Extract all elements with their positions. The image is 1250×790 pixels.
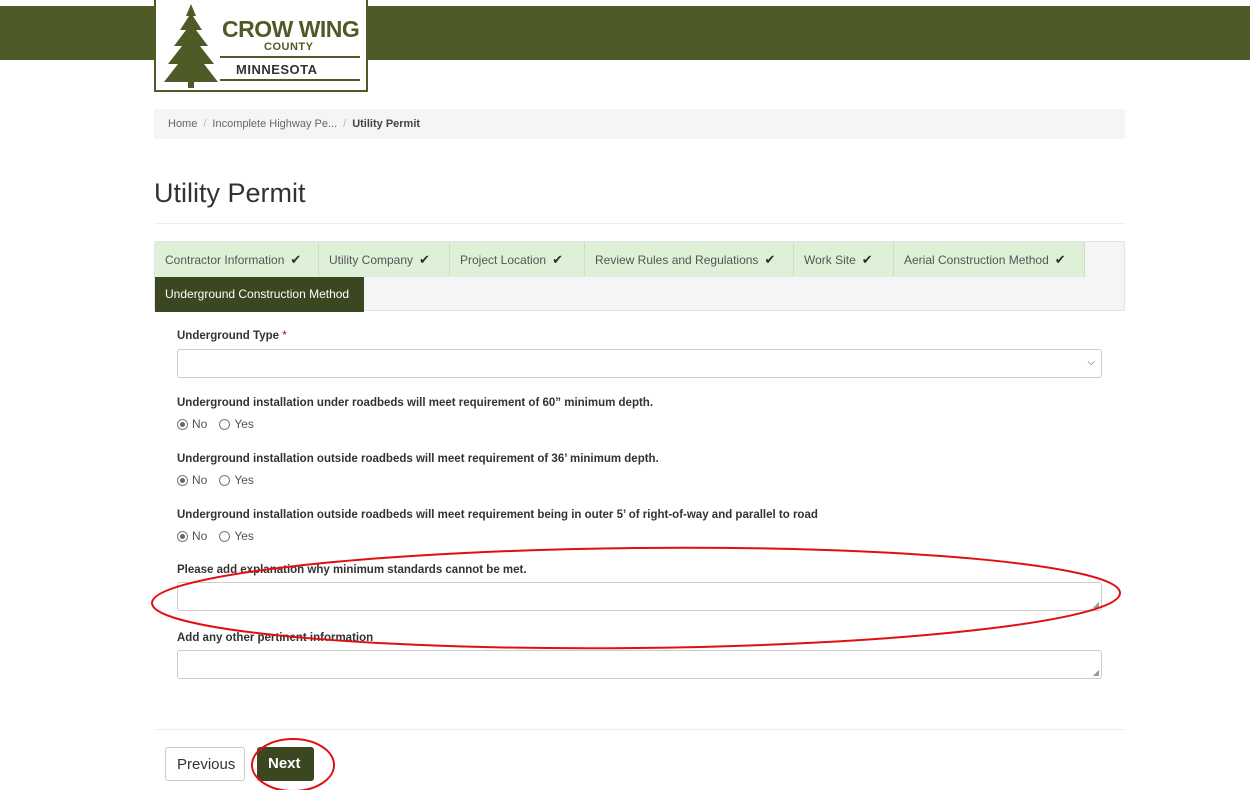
breadcrumb: Home / Incomplete Highway Pe... / Utilit… <box>154 109 1125 139</box>
logo-divider <box>220 56 360 58</box>
resize-grip-icon[interactable]: ◢ <box>1093 668 1099 677</box>
underground-type-select[interactable]: ⌵ <box>177 349 1102 378</box>
radio-label: No <box>192 529 208 543</box>
breadcrumb-separator: / <box>343 118 347 130</box>
breadcrumb-current: Utility Permit <box>352 118 421 130</box>
explanation-label: Please add explanation why minimum stand… <box>177 564 527 576</box>
q3-label: Underground installation outside roadbed… <box>177 509 818 521</box>
logo-name: CROW WING <box>222 16 360 42</box>
tab-aerial-construction[interactable]: Aerial Construction Method ✔ <box>894 242 1085 277</box>
q2-radio-group: No Yes <box>177 473 254 487</box>
check-icon: ✔ <box>764 252 776 267</box>
tab-label: Aerial Construction Method <box>904 253 1049 267</box>
q2-radio-yes[interactable] <box>219 474 231 486</box>
tab-label: Project Location <box>460 253 547 267</box>
tab-label: Contractor Information <box>165 253 285 267</box>
tab-underground-construction[interactable]: Underground Construction Method <box>155 277 364 312</box>
q1-radio-no[interactable] <box>177 418 188 430</box>
check-icon: ✔ <box>861 252 873 267</box>
logo-divider <box>220 79 360 81</box>
tab-work-site[interactable]: Work Site ✔ <box>794 242 894 277</box>
page-title: Utility Permit <box>154 178 306 208</box>
logo-county: COUNTY <box>264 41 314 53</box>
tab-project-location[interactable]: Project Location ✔ <box>450 242 585 277</box>
breadcrumb-incomplete-permits[interactable]: Incomplete Highway Pe... <box>212 118 337 130</box>
q1-radio-yes[interactable] <box>219 418 231 430</box>
tab-contractor-information[interactable]: Contractor Information ✔ <box>155 242 319 277</box>
q3-radio-group: No Yes <box>177 529 254 543</box>
q1-radio-group: No Yes <box>177 417 254 431</box>
logo-state: MINNESOTA <box>236 62 318 77</box>
radio-label: No <box>192 417 208 431</box>
county-logo[interactable]: CROW WING COUNTY MINNESOTA <box>154 0 368 92</box>
radio-label: No <box>192 473 208 487</box>
pine-tree-icon <box>164 4 218 88</box>
previous-button[interactable]: Previous <box>165 747 245 781</box>
tab-utility-company[interactable]: Utility Company ✔ <box>319 242 450 277</box>
breadcrumb-separator: / <box>203 118 207 130</box>
radio-label: Yes <box>234 473 254 487</box>
check-icon: ✔ <box>1054 252 1066 267</box>
explanation-textarea[interactable]: ◢ <box>177 582 1102 611</box>
underground-type-label: Underground Type * <box>177 330 287 342</box>
q1-label: Underground installation under roadbeds … <box>177 397 654 409</box>
footer-divider <box>154 729 1125 730</box>
tab-label: Work Site <box>804 253 856 267</box>
title-divider <box>154 223 1125 224</box>
other-info-textarea[interactable]: ◢ <box>177 650 1102 679</box>
check-icon: ✔ <box>552 252 563 267</box>
next-button[interactable]: Next <box>257 747 314 781</box>
radio-label: Yes <box>234 529 254 543</box>
check-icon: ✔ <box>419 252 430 267</box>
tab-label: Underground Construction Method <box>165 287 350 301</box>
q2-label: Underground installation outside roadbed… <box>177 453 659 465</box>
chevron-down-icon: ⌵ <box>1087 357 1095 368</box>
tab-label: Review Rules and Regulations <box>595 253 759 267</box>
tab-review-rules[interactable]: Review Rules and Regulations ✔ <box>585 242 794 277</box>
q3-radio-yes[interactable] <box>219 530 231 542</box>
other-info-label: Add any other pertinent information <box>177 632 374 644</box>
q3-radio-no[interactable] <box>177 530 188 542</box>
required-mark: * <box>282 330 287 342</box>
wizard-tabs: Contractor Information ✔ Utility Company ✔… <box>154 241 1125 312</box>
q2-radio-no[interactable] <box>177 474 188 486</box>
tab-label: Utility Company <box>329 253 414 267</box>
radio-label: Yes <box>234 417 254 431</box>
breadcrumb-home[interactable]: Home <box>168 118 197 130</box>
check-icon: ✔ <box>290 252 302 267</box>
resize-grip-icon[interactable]: ◢ <box>1093 600 1099 609</box>
